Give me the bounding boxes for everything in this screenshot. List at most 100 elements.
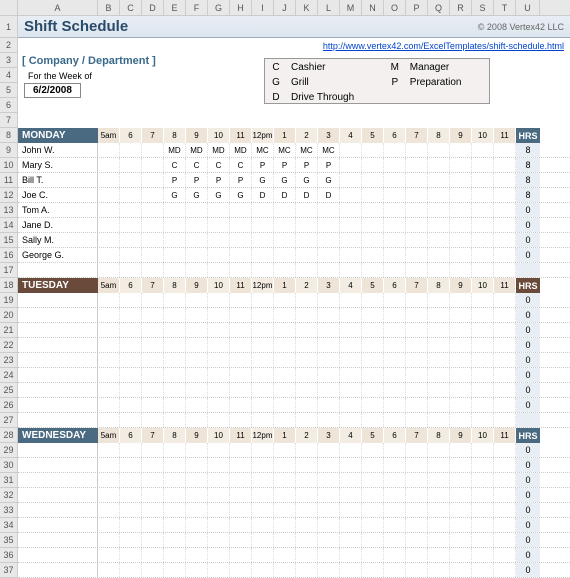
shift-cell[interactable] xyxy=(318,533,340,547)
shift-cell[interactable] xyxy=(98,488,120,502)
shift-cell[interactable] xyxy=(450,413,472,427)
shift-cell[interactable] xyxy=(362,563,384,577)
shift-cell[interactable]: MC xyxy=(296,143,318,157)
shift-cell[interactable] xyxy=(274,203,296,217)
shift-cell[interactable] xyxy=(230,338,252,352)
shift-cell[interactable] xyxy=(274,398,296,412)
shift-cell[interactable] xyxy=(362,158,384,172)
shift-cell[interactable] xyxy=(230,533,252,547)
shift-cell[interactable] xyxy=(384,248,406,262)
shift-cell[interactable] xyxy=(186,563,208,577)
shift-cell[interactable] xyxy=(142,548,164,562)
row-number[interactable]: 10 xyxy=(0,158,18,173)
row-number[interactable]: 2 xyxy=(0,38,18,53)
shift-cell[interactable] xyxy=(186,518,208,532)
shift-cell[interactable] xyxy=(120,503,142,517)
shift-cell[interactable] xyxy=(164,443,186,457)
shift-cell[interactable] xyxy=(98,353,120,367)
row-number[interactable]: 34 xyxy=(0,518,18,533)
shift-cell[interactable] xyxy=(120,173,142,187)
shift-cell[interactable] xyxy=(318,338,340,352)
employee-name[interactable] xyxy=(18,548,98,562)
shift-cell[interactable] xyxy=(340,323,362,337)
shift-cell[interactable] xyxy=(340,398,362,412)
shift-cell[interactable] xyxy=(428,443,450,457)
shift-cell[interactable] xyxy=(428,383,450,397)
shift-cell[interactable]: C xyxy=(230,158,252,172)
shift-cell[interactable] xyxy=(450,323,472,337)
employee-name[interactable] xyxy=(18,368,98,382)
employee-name[interactable] xyxy=(18,533,98,547)
shift-cell[interactable] xyxy=(164,383,186,397)
shift-cell[interactable] xyxy=(472,518,494,532)
shift-cell[interactable] xyxy=(318,353,340,367)
shift-cell[interactable] xyxy=(296,323,318,337)
shift-cell[interactable]: P xyxy=(208,173,230,187)
shift-cell[interactable] xyxy=(98,518,120,532)
shift-cell[interactable] xyxy=(362,323,384,337)
shift-cell[interactable] xyxy=(318,473,340,487)
shift-cell[interactable] xyxy=(384,263,406,277)
shift-cell[interactable] xyxy=(406,323,428,337)
shift-cell[interactable] xyxy=(494,248,516,262)
shift-cell[interactable] xyxy=(450,308,472,322)
shift-cell[interactable] xyxy=(406,368,428,382)
shift-cell[interactable] xyxy=(208,503,230,517)
shift-cell[interactable] xyxy=(98,248,120,262)
shift-cell[interactable] xyxy=(296,338,318,352)
shift-cell[interactable] xyxy=(252,233,274,247)
shift-cell[interactable] xyxy=(384,368,406,382)
shift-cell[interactable] xyxy=(406,413,428,427)
shift-cell[interactable] xyxy=(120,383,142,397)
shift-cell[interactable] xyxy=(472,323,494,337)
shift-cell[interactable] xyxy=(252,338,274,352)
shift-cell[interactable] xyxy=(428,398,450,412)
shift-cell[interactable] xyxy=(120,458,142,472)
shift-cell[interactable] xyxy=(494,233,516,247)
shift-cell[interactable] xyxy=(494,533,516,547)
shift-cell[interactable] xyxy=(142,143,164,157)
shift-cell[interactable] xyxy=(120,293,142,307)
employee-name[interactable]: Sally M. xyxy=(18,233,98,247)
shift-cell[interactable] xyxy=(472,263,494,277)
shift-cell[interactable] xyxy=(230,323,252,337)
shift-cell[interactable] xyxy=(450,143,472,157)
employee-name[interactable] xyxy=(18,398,98,412)
shift-cell[interactable] xyxy=(450,473,472,487)
col-header[interactable]: D xyxy=(142,0,164,15)
shift-cell[interactable] xyxy=(362,293,384,307)
col-header[interactable]: L xyxy=(318,0,340,15)
shift-cell[interactable] xyxy=(318,488,340,502)
col-header[interactable]: P xyxy=(406,0,428,15)
shift-cell[interactable] xyxy=(428,413,450,427)
shift-cell[interactable] xyxy=(120,413,142,427)
shift-cell[interactable] xyxy=(296,263,318,277)
shift-cell[interactable] xyxy=(406,548,428,562)
col-header[interactable]: S xyxy=(472,0,494,15)
shift-cell[interactable] xyxy=(340,248,362,262)
shift-cell[interactable]: MD xyxy=(186,143,208,157)
shift-cell[interactable] xyxy=(296,563,318,577)
row-number[interactable]: 29 xyxy=(0,443,18,458)
shift-cell[interactable] xyxy=(406,503,428,517)
shift-cell[interactable] xyxy=(428,518,450,532)
row-number[interactable]: 24 xyxy=(0,368,18,383)
shift-cell[interactable] xyxy=(450,398,472,412)
shift-cell[interactable] xyxy=(98,173,120,187)
shift-cell[interactable] xyxy=(98,143,120,157)
shift-cell[interactable] xyxy=(406,533,428,547)
shift-cell[interactable] xyxy=(142,353,164,367)
employee-name[interactable]: Mary S. xyxy=(18,158,98,172)
shift-cell[interactable] xyxy=(142,533,164,547)
shift-cell[interactable] xyxy=(186,323,208,337)
shift-cell[interactable]: P xyxy=(274,158,296,172)
shift-cell[interactable] xyxy=(230,293,252,307)
col-header[interactable]: I xyxy=(252,0,274,15)
shift-cell[interactable] xyxy=(472,188,494,202)
row-number[interactable]: 31 xyxy=(0,473,18,488)
shift-cell[interactable] xyxy=(230,563,252,577)
shift-cell[interactable] xyxy=(450,158,472,172)
shift-cell[interactable] xyxy=(384,323,406,337)
shift-cell[interactable] xyxy=(318,398,340,412)
shift-cell[interactable] xyxy=(340,308,362,322)
